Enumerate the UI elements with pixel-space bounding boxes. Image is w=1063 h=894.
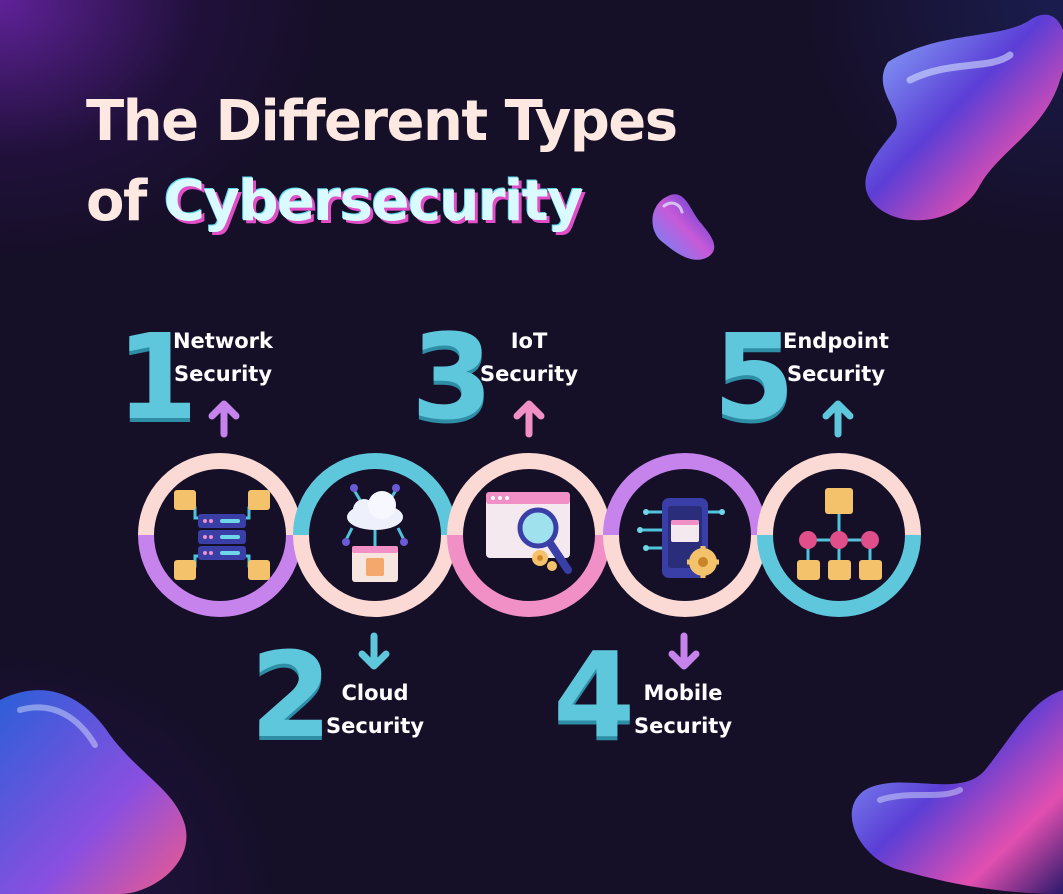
blob-top-right-icon	[865, 14, 1063, 221]
infographic: The Different Types of Cybersecurity 1 N…	[0, 0, 1063, 894]
step-label-line1: Network	[172, 329, 273, 353]
title-accent: Cybersecurity	[163, 169, 584, 234]
title-line1: The Different Types	[86, 89, 678, 154]
arrow-down-icon	[358, 632, 390, 670]
step-label-mobile: Mobile Security	[613, 677, 753, 743]
magnifier-window-icon	[486, 492, 572, 574]
step-label-line1: IoT	[510, 329, 548, 353]
step-label-line2: Security	[479, 362, 579, 386]
step-label-network: Network Security	[153, 325, 293, 391]
arrow-up-icon	[513, 400, 545, 438]
hierarchy-icon	[797, 488, 882, 580]
arrow-down-icon	[668, 632, 700, 670]
step-label-line2: Security	[173, 362, 273, 386]
mobile-gear-icon	[637, 498, 725, 578]
title-prefix: of	[86, 169, 164, 234]
blob-bottom-left-icon	[0, 690, 187, 894]
server-network-icon	[174, 490, 270, 580]
step-label-line1: Cloud	[341, 681, 409, 705]
page-title: The Different Types of Cybersecurity	[86, 82, 678, 242]
step-label-iot: IoT Security	[459, 325, 599, 391]
arrow-up-icon	[822, 400, 854, 438]
cloud-security-icon	[342, 484, 408, 582]
arrow-up-icon	[208, 400, 240, 438]
step-label-line2: Security	[325, 714, 425, 738]
step-label-line1: Mobile	[643, 681, 723, 705]
step-label-line2: Security	[786, 362, 886, 386]
step-label-cloud: Cloud Security	[305, 677, 445, 743]
step-label-endpoint: Endpoint Security	[766, 325, 906, 391]
step-label-line1: Endpoint	[783, 329, 889, 353]
step-label-line2: Security	[633, 714, 733, 738]
blob-bottom-right-icon	[851, 690, 1063, 894]
